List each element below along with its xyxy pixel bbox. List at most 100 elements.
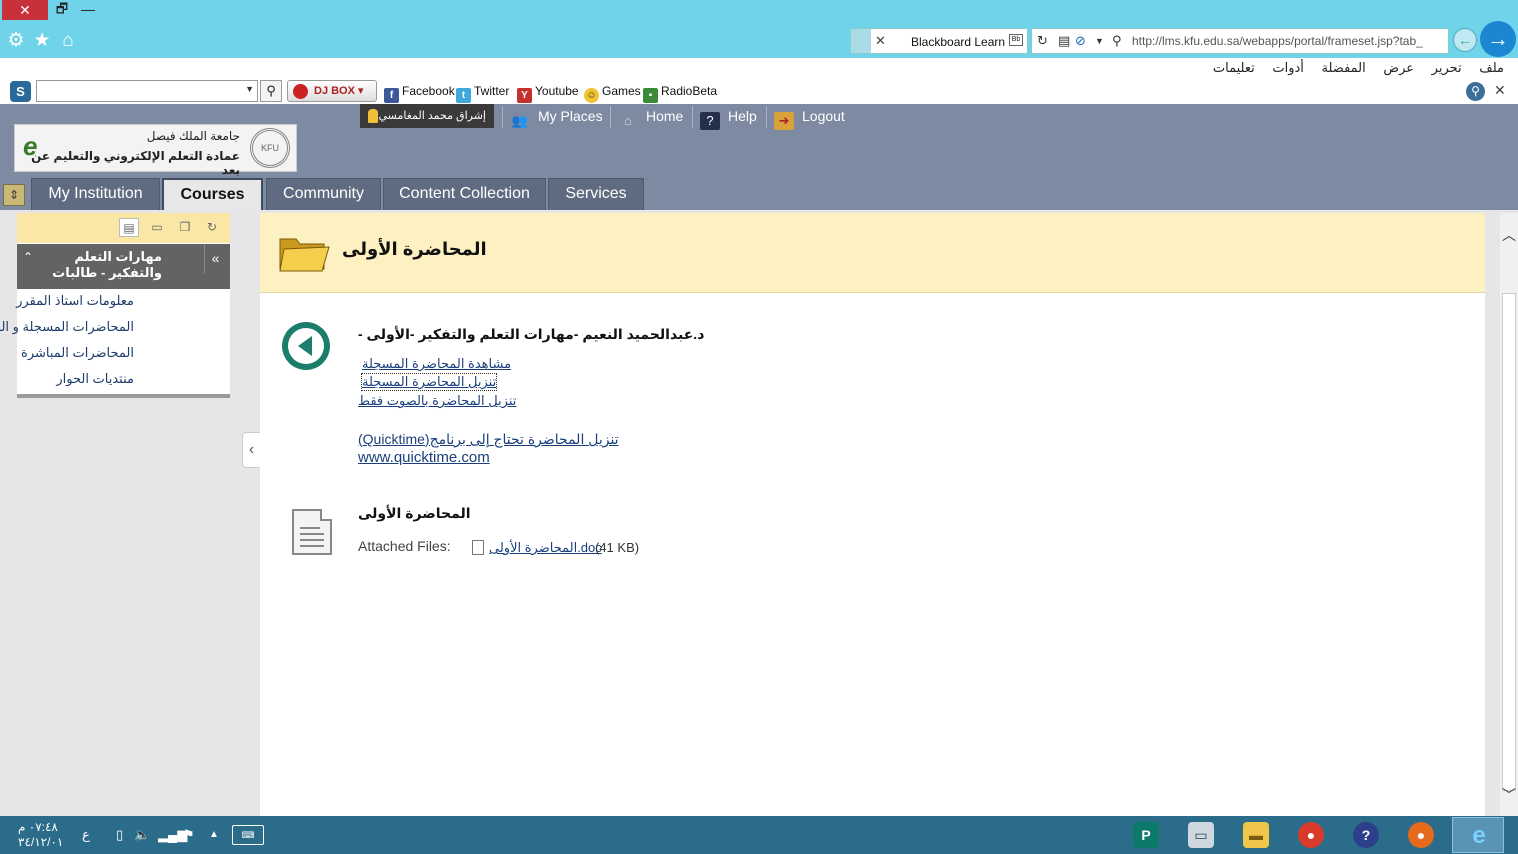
logout-icon: ➜ bbox=[774, 112, 794, 130]
taskbar-clock[interactable]: ٠٧:٤٨ م ٣٤/١٢/٠١ bbox=[18, 820, 63, 850]
taskbar-firefox[interactable]: ● bbox=[1395, 817, 1447, 853]
toolbar-logo-icon[interactable]: S bbox=[10, 81, 31, 102]
radio-icon: ▪ bbox=[643, 88, 658, 103]
user-name-badge[interactable]: إشراق محمد المغامسي bbox=[360, 104, 494, 128]
compat-view-icon[interactable]: ▤ bbox=[1058, 33, 1070, 49]
address-url[interactable]: http://lms.kfu.edu.sa/webapps/portal/fra… bbox=[1132, 34, 1423, 48]
back-button[interactable]: ← bbox=[1453, 28, 1477, 52]
my-places-link[interactable]: 👥 My Places bbox=[510, 108, 603, 130]
language-indicator[interactable]: ع bbox=[82, 827, 90, 843]
tab-community[interactable]: Community bbox=[266, 178, 381, 210]
toolbar-search-input[interactable]: ▼ bbox=[36, 80, 258, 102]
university-logo[interactable]: e جامعة الملك فيصل عمادة التعلم الإلكترو… bbox=[14, 124, 297, 177]
refresh-menu-icon[interactable]: ↻ bbox=[202, 218, 222, 237]
youtube-link[interactable]: Y Youtube bbox=[517, 84, 579, 103]
bb-header: e جامعة الملك فيصل عمادة التعلم الإلكترو… bbox=[0, 104, 1518, 210]
taskbar-photos[interactable]: ▭ bbox=[1175, 817, 1227, 853]
touch-keyboard-icon[interactable]: ⌨ bbox=[232, 825, 264, 845]
document-item-icon bbox=[292, 509, 332, 555]
menu-file[interactable]: ملف bbox=[1479, 60, 1504, 75]
course-menu-item-forums[interactable]: منتديات الحوار bbox=[0, 371, 134, 387]
course-title[interactable]: مهارات التعلم والتفكير - طالبات bbox=[32, 249, 162, 281]
menu-tools[interactable]: أدوات bbox=[1272, 60, 1304, 75]
show-hidden-icons[interactable]: ▲ bbox=[209, 829, 219, 840]
internet-explorer-icon: e bbox=[1472, 822, 1486, 849]
address-search-icon[interactable]: ⚲ bbox=[1112, 33, 1122, 49]
taskbar-internet-explorer[interactable]: e bbox=[1452, 817, 1504, 853]
taskbar-help[interactable]: ? bbox=[1340, 817, 1392, 853]
watch-recorded-link[interactable]: مشاهدة المحاضرة المسجلة bbox=[362, 356, 511, 372]
menu-favorites[interactable]: المفضلة bbox=[1322, 60, 1366, 75]
taskbar-explorer[interactable]: ▬ bbox=[1230, 817, 1282, 853]
new-window-icon[interactable]: ❐ bbox=[175, 218, 195, 237]
collapse-sidebar-handle[interactable]: ‹ bbox=[242, 432, 261, 468]
page-header: المحاضرة الأولى bbox=[260, 213, 1485, 293]
course-menu-item-instructor[interactable]: معلومات استاذ المقرر bbox=[0, 293, 134, 309]
page-scrollbar[interactable]: ︿ ﹀ bbox=[1500, 213, 1518, 816]
toolbar-search-button[interactable]: ⚲ bbox=[260, 80, 282, 102]
scroll-down-icon[interactable]: ﹀ bbox=[1502, 785, 1516, 805]
taskbar-publisher[interactable]: P bbox=[1120, 817, 1172, 853]
page-title: المحاضرة الأولى bbox=[342, 239, 487, 259]
facebook-link[interactable]: f Facebook bbox=[384, 84, 455, 103]
favorites-star-icon[interactable]: ★ bbox=[31, 30, 53, 52]
menu-help[interactable]: تعليمات bbox=[1213, 60, 1255, 75]
djbox-button[interactable]: DJ BOX ▾ bbox=[287, 80, 377, 102]
window-close-button[interactable]: ✕ bbox=[2, 0, 48, 20]
tab-close-icon[interactable]: ✕ bbox=[875, 33, 886, 49]
home-icon[interactable]: ⌂ bbox=[57, 30, 79, 52]
quicktime-note-link[interactable]: تنزيل المحاضرة تحتاج إلى برنامج(Quicktim… bbox=[358, 431, 619, 448]
tab-services[interactable]: Services bbox=[548, 178, 644, 210]
tab-grip bbox=[851, 29, 871, 53]
menu-edit[interactable]: تحرير bbox=[1432, 60, 1462, 75]
menu-bar: ملف تحرير عرض المفضلة أدوات تعليمات bbox=[0, 58, 1518, 80]
expand-menu-icon[interactable]: « bbox=[204, 244, 226, 274]
settings-gear-icon[interactable]: ⚙ bbox=[5, 30, 27, 52]
search-dropdown-icon[interactable]: ▼ bbox=[245, 84, 254, 94]
list-view-icon[interactable]: ▤ bbox=[119, 218, 139, 237]
forward-button[interactable]: → bbox=[1480, 21, 1516, 57]
tab-courses[interactable]: Courses bbox=[162, 178, 263, 210]
toolbar-close-icon[interactable]: ✕ bbox=[1494, 82, 1506, 99]
twitter-link[interactable]: t Twitter bbox=[456, 84, 509, 103]
publisher-icon: P bbox=[1133, 822, 1159, 848]
address-dropdown-icon[interactable]: ▼ bbox=[1095, 36, 1104, 46]
scrollbar-thumb[interactable] bbox=[1502, 293, 1516, 791]
quicktime-site-link[interactable]: www.quicktime.com bbox=[358, 449, 490, 466]
window-restore-button[interactable]: 🗗 bbox=[54, 1, 70, 17]
download-audio-link[interactable]: تنزيل المحاضرة بالصوت فقط bbox=[358, 393, 516, 409]
battery-icon[interactable]: ▯ bbox=[116, 827, 123, 843]
action-center-flag-icon[interactable]: ⚑ bbox=[183, 827, 195, 843]
logout-link[interactable]: ➜ Logout bbox=[774, 108, 845, 130]
menu-view[interactable]: عرض bbox=[1383, 60, 1414, 75]
tab-content-collection[interactable]: Content Collection bbox=[383, 178, 546, 210]
facebook-icon: f bbox=[384, 88, 399, 103]
taskbar-chrome[interactable]: ● bbox=[1285, 817, 1337, 853]
refresh-icon[interactable]: ↻ bbox=[1037, 33, 1048, 49]
youtube-icon: Y bbox=[517, 88, 532, 103]
scroll-up-icon[interactable]: ︿ bbox=[1502, 225, 1516, 245]
stop-icon[interactable]: ⊘ bbox=[1075, 33, 1086, 49]
help-icon: ? bbox=[700, 112, 720, 130]
university-seal-icon: KFU bbox=[250, 128, 290, 168]
address-bar[interactable]: ↻ ▤ ⊘ ▼ ⚲ http://lms.kfu.edu.sa/webapps/… bbox=[1031, 28, 1449, 54]
course-menu-item-recorded-lectures[interactable]: المحاضرات المسجلة و المحتوى bbox=[0, 319, 134, 335]
course-menu-item-live-lectures[interactable]: المحاضرات المباشرة bbox=[0, 345, 134, 361]
folder-view-icon[interactable]: ▭ bbox=[147, 218, 167, 237]
home-link[interactable]: ⌂ Home bbox=[618, 108, 683, 130]
games-link[interactable]: ☺ Games bbox=[584, 84, 641, 103]
attached-file-link[interactable]: المحاضرة الأولى.doc bbox=[489, 540, 602, 556]
feed-search-icon[interactable]: ⚲ bbox=[1466, 82, 1485, 101]
addon-toolbar: S ▼ ⚲ DJ BOX ▾ f Facebook t Twitter Y Youtu… bbox=[0, 80, 1518, 104]
tab-site-icon: Bb bbox=[1009, 34, 1023, 46]
window-minimize-button[interactable]: — bbox=[80, 1, 96, 17]
volume-icon[interactable]: 🔈 bbox=[134, 827, 150, 843]
sidebar-toggle-icon[interactable]: ⇕ bbox=[3, 184, 25, 206]
tab-my-institution[interactable]: My Institution bbox=[31, 178, 160, 210]
help-link[interactable]: ? Help bbox=[700, 108, 757, 130]
tab-title: Blackboard Learn bbox=[911, 35, 1006, 49]
download-recorded-link[interactable]: تنزيل المحاضرة المسجلة bbox=[360, 373, 498, 391]
radiobeta-link[interactable]: ▪ RadioBeta bbox=[643, 84, 717, 103]
browser-tab[interactable]: ✕ Blackboard Learn Bb bbox=[850, 28, 1028, 54]
browser-titlebar: ✕ 🗗 — ⚙ ★ ⌂ ✕ Blackboard Learn Bb ↻ ▤ ⊘ … bbox=[0, 0, 1518, 58]
